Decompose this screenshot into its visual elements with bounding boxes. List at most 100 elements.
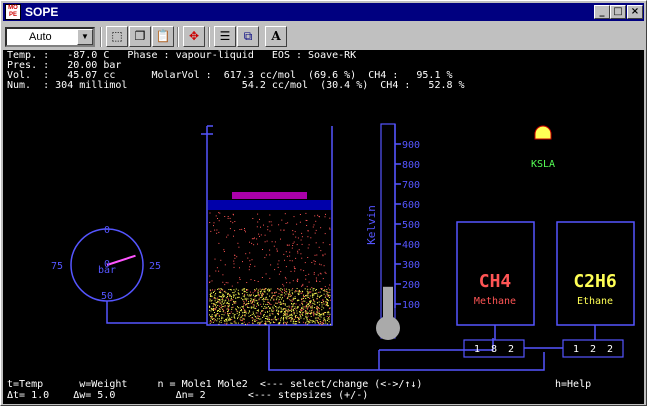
fullscreen-icon[interactable]: ✥ [183,26,205,47]
particle [303,306,305,308]
background-icon[interactable]: ⧉ [237,26,259,47]
particle [269,290,270,291]
copy-icon[interactable]: ❐ [129,26,151,47]
particle [285,322,287,324]
particle [235,294,237,296]
particle [322,278,324,280]
particle [301,307,303,309]
maximize-button[interactable]: □ [610,5,626,19]
particle [224,264,226,266]
particle [316,306,318,308]
particle [257,289,259,291]
particle [239,229,241,230]
particle [251,238,253,240]
font-icon[interactable]: A [265,26,287,47]
particle [216,267,218,269]
particle [308,244,310,246]
particle [250,306,252,308]
particle [296,288,298,289]
particle [269,308,271,310]
select-icon[interactable]: ⬚ [106,26,128,47]
minimize-button[interactable]: _ [594,5,610,19]
piston[interactable] [208,200,331,210]
particle [272,306,274,308]
particle [211,308,213,310]
paste-icon[interactable]: 📋 [152,26,174,47]
particle [245,299,247,301]
particle [221,318,222,320]
particle [278,307,280,309]
particle [252,317,253,319]
particle [280,303,282,305]
particle [250,291,251,293]
properties-icon[interactable]: ☰ [214,26,236,47]
particle [293,216,295,218]
particle [278,302,280,303]
app-icon[interactable]: MO PE [5,4,21,20]
particle [286,282,288,284]
particle [292,320,294,322]
title-bar[interactable]: MO PE SOPE _ □ × [3,3,644,21]
particle [224,291,226,293]
chevron-down-icon[interactable]: ▼ [77,29,93,45]
particle [275,291,277,293]
particle [292,306,294,308]
window-title: SOPE [25,5,59,19]
particle [286,314,288,315]
particle [264,257,266,259]
particle [316,311,318,313]
particle [296,290,298,292]
particle [256,310,258,311]
particle [301,236,303,238]
particle [218,315,220,317]
particle [237,307,239,309]
particle [259,218,260,220]
particle [328,311,330,313]
particle [301,232,303,234]
particle [291,299,293,301]
zoom-select[interactable]: Auto ▼ [5,27,95,47]
particle [233,292,235,294]
particle [322,300,324,301]
particle [259,297,261,299]
particle [213,290,215,292]
particle [280,317,282,319]
thermometer-tick-label: 400 [402,240,420,251]
particle [258,299,260,301]
particle [213,318,215,320]
particle [226,322,228,324]
particle [234,254,236,256]
particle [284,259,285,261]
particle [316,312,318,314]
particle [301,313,303,315]
particle [268,317,270,319]
particle [314,232,316,234]
particle [252,318,254,320]
particle [218,231,220,233]
particle [297,299,299,301]
particle [280,288,282,290]
particle [222,289,223,291]
particle [319,323,321,325]
particle [326,289,328,291]
dos-screen[interactable]: Temp. : -87.0 C Phase : vapour-liquid EO… [3,50,644,404]
particle [316,281,318,282]
particle [319,308,321,310]
particle [318,246,320,248]
particle [326,298,327,300]
particle [284,292,285,294]
particle [211,299,213,301]
gauge-pipe [106,301,207,324]
close-button[interactable]: × [627,5,643,19]
particle [279,289,281,291]
particle [301,292,303,294]
thermometer-tick-label: 100 [402,300,420,311]
particle [224,306,226,308]
particle [312,298,314,300]
zoom-select-value: Auto [29,31,52,43]
particle [223,249,225,251]
particle [224,284,226,286]
piston-weight[interactable] [232,192,307,199]
particle [218,295,220,297]
particle [323,320,324,322]
